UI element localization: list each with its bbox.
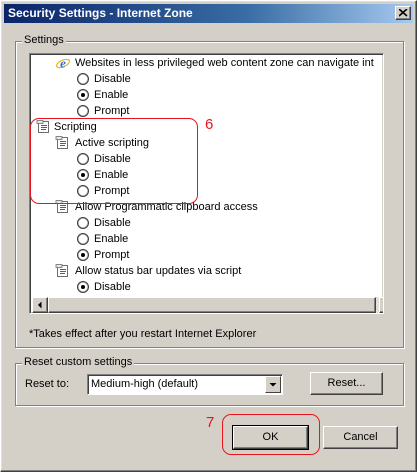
- setting-header-row: e Websites in less privileged web content…: [30, 55, 383, 71]
- cancel-button[interactable]: Cancel: [323, 426, 398, 449]
- window-title: Security Settings - Internet Zone: [8, 6, 193, 20]
- radio-button[interactable]: [77, 233, 89, 245]
- radio-button[interactable]: [77, 105, 89, 117]
- title-bar[interactable]: Security Settings - Internet Zone: [4, 4, 413, 23]
- horizontal-scrollbar[interactable]: [32, 297, 384, 313]
- settings-group-label: Settings: [22, 34, 66, 46]
- svg-text:e: e: [60, 56, 66, 71]
- chevron-down-icon: [269, 383, 277, 387]
- radio-button[interactable]: [77, 73, 89, 85]
- security-settings-dialog: Security Settings - Internet Zone Settin…: [0, 0, 417, 472]
- setting-header-row: Allow status bar updates via script: [30, 263, 383, 279]
- close-icon: [399, 9, 408, 17]
- radio-button-checked[interactable]: [77, 249, 89, 261]
- annotation-number-7: 7: [206, 414, 215, 431]
- reset-to-dropdown[interactable]: Medium-high (default): [87, 374, 283, 395]
- annotation-scripting-highlight: [30, 118, 198, 204]
- reset-button[interactable]: Reset...: [310, 372, 383, 395]
- dropdown-arrow-button[interactable]: [265, 376, 281, 393]
- reset-to-label: Reset to:: [25, 378, 70, 390]
- setting-label: Websites in less privileged web content …: [75, 57, 374, 69]
- option-label[interactable]: Disable: [94, 215, 131, 231]
- scroll-right-button[interactable]: [379, 297, 384, 313]
- option-label[interactable]: Disable: [94, 279, 131, 295]
- option-label[interactable]: Prompt: [94, 247, 129, 263]
- radio-button[interactable]: [77, 217, 89, 229]
- option-label[interactable]: Prompt: [94, 103, 129, 119]
- scroll-left-button[interactable]: [32, 297, 48, 313]
- radio-button-checked[interactable]: [77, 281, 89, 293]
- option-label[interactable]: Enable: [94, 231, 128, 247]
- setting-option-row: Disable: [30, 71, 383, 87]
- setting-option-row: Enable: [30, 87, 383, 103]
- option-label[interactable]: Enable: [94, 87, 128, 103]
- option-label[interactable]: Disable: [94, 71, 131, 87]
- setting-label: Allow status bar updates via script: [75, 265, 242, 277]
- arrow-left-icon: [38, 301, 42, 309]
- reset-to-value: Medium-high (default): [91, 378, 198, 390]
- setting-option-row: Disable: [30, 279, 383, 295]
- radio-button-checked[interactable]: [77, 89, 89, 101]
- setting-option-row: Enable: [30, 231, 383, 247]
- arrow-right-icon: [380, 298, 384, 312]
- annotation-number-6: 6: [205, 116, 214, 133]
- close-button[interactable]: [395, 6, 411, 20]
- reset-group-label: Reset custom settings: [22, 356, 135, 368]
- restart-note: *Takes effect after you restart Internet…: [29, 328, 257, 340]
- annotation-ok-highlight: [222, 414, 320, 455]
- setting-option-row: Disable: [30, 215, 383, 231]
- setting-option-row: Prompt: [30, 247, 383, 263]
- horizontal-scroll-thumb[interactable]: [48, 297, 376, 313]
